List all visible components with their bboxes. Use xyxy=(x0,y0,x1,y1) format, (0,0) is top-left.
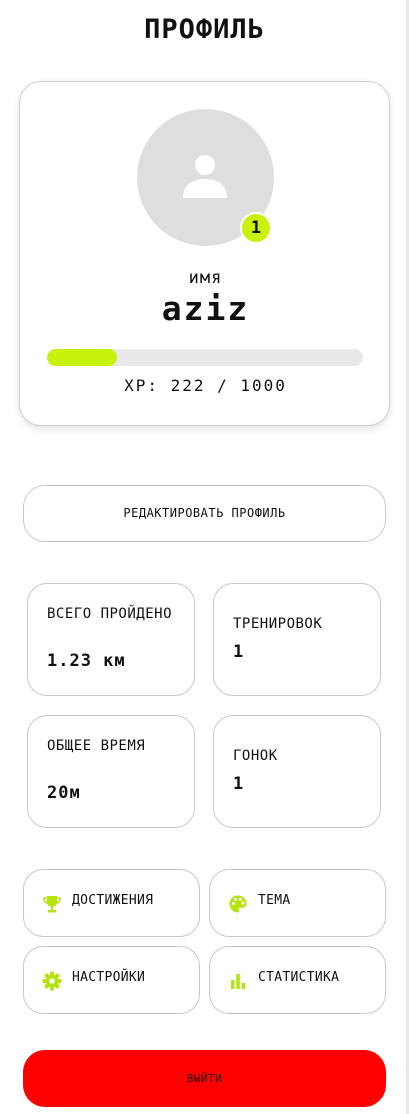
statistics-button[interactable]: статистика xyxy=(209,946,386,1014)
stat-label-distance: всего пройдено xyxy=(47,606,173,622)
stat-label-time: общее время xyxy=(47,738,146,754)
settings-label: настройки xyxy=(72,970,146,985)
stat-card-time: общее время 20м xyxy=(27,715,195,828)
profile-card: 1 имя aziz XP: 222 / 1000 xyxy=(19,81,390,426)
theme-button[interactable]: тема xyxy=(209,869,386,937)
stat-value-workouts: 1 xyxy=(233,642,245,662)
achievements-button[interactable]: достижения xyxy=(23,869,200,937)
stat-card-workouts: тренировок 1 xyxy=(213,583,381,696)
achievements-label: достижения xyxy=(72,893,154,908)
xp-progress-fill xyxy=(47,349,118,366)
palette-icon xyxy=(229,895,247,913)
theme-label: тема xyxy=(258,893,291,908)
statistics-label: статистика xyxy=(258,970,340,985)
level-badge: 1 xyxy=(240,212,272,244)
settings-button[interactable]: настройки xyxy=(23,946,200,1014)
edit-profile-button[interactable]: Редактировать профиль xyxy=(23,485,386,542)
bar-chart-icon xyxy=(231,974,246,989)
trophy-icon xyxy=(43,896,61,913)
stat-value-races: 1 xyxy=(233,774,245,794)
xp-text: XP: 222 / 1000 xyxy=(124,376,287,395)
stat-label-races: гонок xyxy=(233,748,278,764)
stat-label-workouts: тренировок xyxy=(233,616,323,632)
logout-button[interactable]: выйти xyxy=(23,1050,386,1107)
username: aziz xyxy=(161,289,250,328)
stat-card-races: гонок 1 xyxy=(213,715,381,828)
user-icon xyxy=(183,155,227,198)
gear-icon xyxy=(42,971,62,991)
name-label: имя xyxy=(188,268,223,288)
stat-value-distance: 1.23 км xyxy=(47,651,126,671)
page-title: Профиль xyxy=(144,14,265,45)
stat-card-distance: всего пройдено 1.23 км xyxy=(27,583,195,696)
stat-value-time: 20м xyxy=(47,783,81,803)
xp-progress-bar xyxy=(47,349,363,366)
